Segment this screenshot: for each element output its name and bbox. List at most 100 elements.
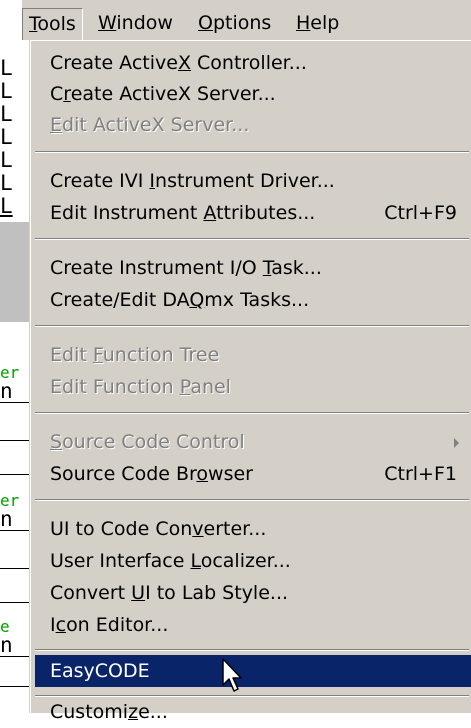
menu-label-rest: elp	[310, 12, 340, 34]
menu-help[interactable]: Help	[290, 8, 345, 40]
menu-separator	[35, 649, 469, 651]
menu-item-ui-to-code-converter[interactable]: UI to Code Converter...	[35, 514, 471, 545]
label-post: on Editor...	[66, 614, 169, 636]
menu-item-convert-ui-to-lab-style[interactable]: Convert UI to Lab Style...	[35, 578, 471, 609]
menu-item-edit-activex-server: Edit ActiveX Server...	[35, 110, 471, 141]
tools-dropdown-menu: Create ActiveX Controller... Create Acti…	[30, 40, 471, 723]
label-pre: Customi	[50, 701, 129, 723]
background-window-fragment: L L L L L L L er n er n e n	[0, 0, 30, 713]
menu-item-create-ivi-instrument-driver[interactable]: Create IVI Instrument Driver...	[35, 166, 471, 197]
mnemonic: O	[198, 12, 213, 34]
label-post: ocalizer...	[200, 550, 291, 572]
menu-item-edit-function-tree: Edit Function Tree	[35, 340, 471, 371]
label-post: anel	[190, 376, 231, 398]
label-post: mx Tasks...	[204, 289, 310, 311]
mnemonic: c	[55, 614, 67, 636]
background-divider	[0, 568, 30, 569]
label-pre: Edit Function	[50, 376, 180, 398]
label-post: nstrument Driver...	[155, 170, 335, 192]
label-pre: Edit	[50, 344, 93, 366]
label-post: I to Lab Style...	[145, 582, 289, 604]
background-divider	[0, 530, 30, 531]
background-divider	[0, 402, 30, 403]
mnemonic: o	[196, 463, 209, 485]
label-post: dit ActiveX Server...	[62, 114, 250, 136]
mnemonic: U	[131, 582, 146, 604]
mnemonic: P	[179, 376, 191, 398]
mnemonic: X	[177, 52, 191, 74]
menu-label-rest: indow	[116, 12, 173, 34]
background-text-fragment: L	[0, 79, 13, 103]
menu-item-create-activex-controller[interactable]: Create ActiveX Controller...	[35, 48, 471, 79]
mnemonic: A	[203, 202, 217, 224]
menu-separator	[35, 325, 469, 327]
background-text-fragment: L	[0, 148, 13, 172]
background-divider	[0, 656, 30, 657]
menu-item-create-instrument-io-task[interactable]: Create Instrument I/O Task...	[35, 253, 471, 284]
label-pre: Edit Instrument	[50, 202, 204, 224]
mnemonic: r	[63, 83, 71, 105]
background-text-fragment: L	[0, 56, 13, 80]
mnemonic: E	[50, 114, 63, 136]
menu-tools[interactable]: Tools	[22, 8, 83, 40]
submenu-arrow-icon	[454, 438, 459, 448]
menu-item-edit-instrument-attributes[interactable]: Edit Instrument Attributes... Ctrl+F9	[35, 198, 471, 229]
mnemonic: z	[128, 701, 139, 723]
label-post: eate ActiveX Server...	[70, 83, 276, 105]
menu-label-rest: ptions	[212, 12, 272, 34]
label-pre: Source Code Br	[50, 463, 197, 485]
mnemonic: H	[296, 12, 311, 34]
menu-item-user-interface-localizer[interactable]: User Interface Localizer...	[35, 546, 471, 577]
label-post: unction Tree	[102, 344, 220, 366]
background-text-fragment: L	[0, 194, 13, 218]
mnemonic: W	[98, 12, 117, 34]
background-divider	[0, 440, 30, 441]
label-pre: Convert	[50, 582, 132, 604]
menu-separator	[35, 412, 469, 414]
background-text-fragment: L	[0, 171, 13, 195]
label-pre: Create/Edit DA	[50, 289, 190, 311]
label-post: wser	[208, 463, 253, 485]
menu-item-source-code-browser[interactable]: Source Code Browser Ctrl+F1	[35, 459, 471, 490]
shortcut-label: Ctrl+F9	[384, 202, 457, 224]
label-post: ource Code Control	[62, 431, 245, 453]
menu-item-create-activex-server[interactable]: Create ActiveX Server...	[35, 79, 471, 110]
label-pre: Create IVI	[50, 170, 150, 192]
menu-bar: Tools Window Options Help	[22, 0, 471, 40]
shortcut-label: Ctrl+F1	[384, 463, 457, 485]
background-text-fragment: L	[0, 102, 13, 126]
menu-window[interactable]: Window	[92, 8, 179, 40]
label-pre: C	[50, 83, 64, 105]
label-post: ask...	[271, 257, 322, 279]
label-pre: UI to Code Con	[50, 518, 193, 540]
background-text-fragment: L	[0, 125, 13, 149]
label-pre: User Interface	[50, 550, 191, 572]
background-panel	[0, 222, 30, 322]
background-divider	[0, 686, 30, 687]
menu-separator	[35, 151, 469, 153]
menu-item-edit-function-panel: Edit Function Panel	[35, 372, 471, 403]
background-text-fragment: n	[0, 507, 13, 531]
label-post: Controller...	[190, 52, 307, 74]
mnemonic: F	[92, 344, 103, 366]
background-divider	[0, 602, 30, 603]
label-post: e...	[138, 701, 168, 723]
background-text-fragment: n	[0, 633, 13, 657]
menu-separator	[35, 238, 469, 240]
mnemonic: v	[192, 518, 204, 540]
menu-item-easycode[interactable]: EasyCODE	[35, 655, 471, 687]
background-divider	[0, 474, 30, 475]
label-post: ttributes...	[216, 202, 316, 224]
menu-item-create-edit-daqmx-tasks[interactable]: Create/Edit DAQmx Tasks...	[35, 285, 471, 316]
mnemonic: T	[262, 257, 272, 279]
menu-label-rest: ools	[37, 13, 76, 35]
menu-item-source-code-control: Source Code Control	[35, 427, 471, 458]
mnemonic: L	[190, 550, 201, 572]
label-pre: Create Active	[50, 52, 178, 74]
menu-item-icon-editor[interactable]: Icon Editor...	[35, 610, 471, 641]
label-pre: Create Instrument I/O	[50, 257, 263, 279]
label-post: erter...	[203, 518, 267, 540]
mouse-pointer-icon	[222, 658, 242, 692]
background-text-fragment: n	[0, 379, 13, 403]
menu-options[interactable]: Options	[192, 8, 277, 40]
